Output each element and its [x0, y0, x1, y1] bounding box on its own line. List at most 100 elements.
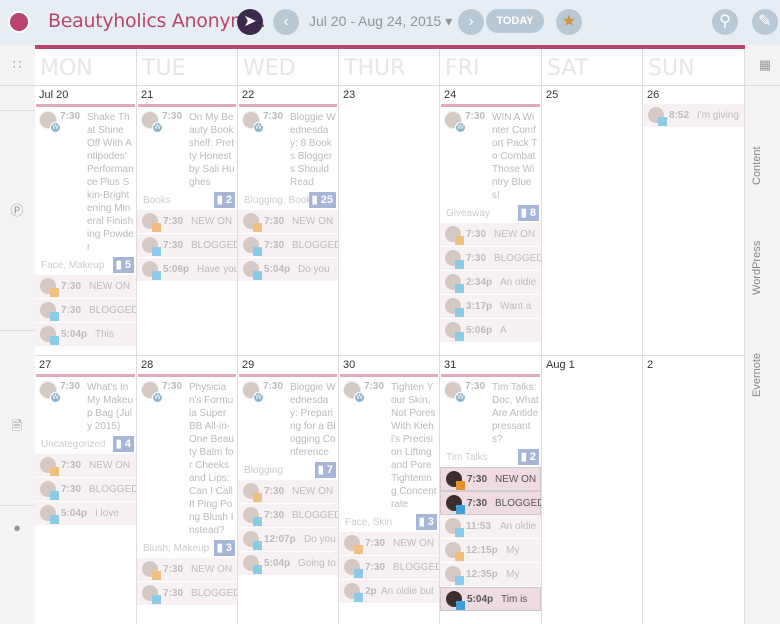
- social-message[interactable]: 7:30 BLOGGED: [35, 299, 136, 323]
- twitter-icon: [455, 332, 464, 341]
- day-cell[interactable]: 31 W 7:30 Tim Talks: Doc, What Are Antidepr…: [440, 355, 542, 624]
- blog-post[interactable]: W 7:30 What's In My Makeup Bag (July 2015)…: [35, 377, 136, 454]
- pencil-icon[interactable]: ✎: [752, 9, 778, 35]
- social-message[interactable]: 7:30 NEW ON: [137, 210, 237, 234]
- social-message[interactable]: 7:30 NEW ON: [137, 558, 237, 582]
- message-time: 7:30: [365, 538, 386, 549]
- social-message[interactable]: 11:53 An oldie: [440, 515, 541, 539]
- date-range[interactable]: Jul 20 - Aug 24, 2015 ▾: [309, 13, 452, 30]
- post-title: Shake That Shine Off With Antipodes' Per…: [87, 112, 134, 253]
- social-message[interactable]: 12:07p Do you: [238, 528, 338, 552]
- social-message[interactable]: 7:30 NEW ON: [440, 223, 541, 247]
- grid-icon[interactable]: ∷: [9, 57, 25, 73]
- social-message[interactable]: 7:30 BLOGGED: [339, 556, 439, 580]
- stats-badge[interactable]: ▮ 3: [415, 514, 437, 530]
- blog-post[interactable]: W 7:30 Bloggie Wednesday: 8 Books Bloggers…: [238, 107, 338, 210]
- social-message[interactable]: 2:34p An oldie: [440, 271, 541, 295]
- stats-badge[interactable]: ▮ 2: [517, 449, 539, 465]
- rocket-icon[interactable]: ➤: [237, 9, 263, 35]
- prev-button[interactable]: ‹: [273, 9, 299, 35]
- blog-post[interactable]: W 7:30 On My Beauty Bookshelf: Pretty Hone…: [137, 107, 237, 210]
- message-time: 7:30: [264, 216, 285, 227]
- wordpress-tab[interactable]: WordPress: [751, 241, 763, 295]
- twitter-icon: [253, 541, 262, 550]
- message-time: 7:30: [61, 305, 82, 316]
- social-message[interactable]: 7:30 BLOGGED: [238, 234, 338, 258]
- calendar-title[interactable]: Beautyholics Anonym...: [48, 10, 266, 32]
- comment-icon[interactable]: ●: [9, 520, 25, 536]
- stats-badge[interactable]: ▮ 3: [213, 540, 235, 556]
- social-message[interactable]: 5:04p This: [35, 323, 136, 347]
- social-message[interactable]: 7:30 BLOGGED: [440, 491, 541, 515]
- star-icon[interactable]: ★: [556, 9, 582, 35]
- day-cell[interactable]: 21 W 7:30 On My Beauty Bookshelf: Pretty Ho…: [137, 85, 238, 355]
- stats-badge[interactable]: ▮ 5: [112, 257, 134, 273]
- social-message[interactable]: 7:30 BLOGGED: [137, 234, 237, 258]
- day-cell[interactable]: 25: [542, 85, 643, 355]
- blog-post[interactable]: W 7:30 Physician's Formula Super BB All-in…: [137, 377, 237, 558]
- day-cell[interactable]: 26 8:52 I'm giving: [643, 85, 745, 355]
- content-tab[interactable]: Content: [751, 146, 763, 185]
- day-cell[interactable]: 22 W 7:30 Bloggie Wednesday: 8 Books Blogge…: [238, 85, 339, 355]
- search-icon[interactable]: ⚲: [712, 9, 738, 35]
- message-time: 7:30: [467, 474, 488, 485]
- day-cell[interactable]: 29 W 7:30 Bloggie Wednesday: Preparing for …: [238, 355, 339, 624]
- social-message[interactable]: 5:06p Have you: [137, 258, 237, 282]
- social-message[interactable]: 12:15p My: [440, 539, 541, 563]
- wordpress-icon: W: [50, 392, 61, 403]
- social-message[interactable]: 5:04p Going to: [238, 552, 338, 576]
- day-number: 2: [647, 359, 654, 371]
- day-cell[interactable]: Jul 20 W 7:30 Shake That Shine Off With Ant…: [35, 85, 137, 355]
- social-message[interactable]: 7:30 BLOGGED: [35, 478, 136, 502]
- wordpress-icon[interactable]: Ⓟ: [9, 200, 25, 218]
- day-cell[interactable]: 23: [339, 85, 440, 355]
- social-message[interactable]: 7:30 NEW ON: [35, 454, 136, 478]
- stats-badge[interactable]: ▮ 25: [308, 192, 336, 208]
- social-message[interactable]: 7:30 NEW ON: [238, 480, 338, 504]
- stats-badge[interactable]: ▮ 8: [517, 205, 539, 221]
- day-cell[interactable]: 28 W 7:30 Physician's Formula Super BB All-…: [137, 355, 238, 624]
- stats-badge[interactable]: ▮ 7: [314, 462, 336, 478]
- document-icon[interactable]: 🗎: [9, 417, 25, 433]
- social-message[interactable]: 7:30 NEW ON: [35, 275, 136, 299]
- post-tags: Blogging: [244, 465, 283, 476]
- social-message[interactable]: 7:30 NEW ON: [440, 467, 541, 491]
- social-message[interactable]: 7:30 BLOGGED: [238, 504, 338, 528]
- day-cell[interactable]: 2: [643, 355, 745, 624]
- social-message[interactable]: 7:30 BLOGGED: [137, 582, 237, 606]
- blog-post[interactable]: W 7:30 Tim Talks: Doc, What Are Antidepres…: [440, 377, 541, 467]
- social-message[interactable]: 5:04p Tim is: [440, 587, 541, 611]
- social-message[interactable]: 5:04p I love: [35, 502, 136, 526]
- social-message[interactable]: 7:30 NEW ON: [238, 210, 338, 234]
- blog-post[interactable]: W 7:30 Tighten Your Skin, Not Pores With K…: [339, 377, 439, 532]
- blog-post[interactable]: W 7:30 Bloggie Wednesday: Preparing for a …: [238, 377, 338, 480]
- message-text: Have you: [197, 264, 238, 275]
- day-cell[interactable]: Aug 1: [542, 355, 643, 624]
- message-time: 12:35p: [466, 569, 498, 580]
- next-button[interactable]: ›: [458, 9, 484, 35]
- message-text: An oldie: [500, 277, 537, 288]
- day-cell[interactable]: 30 W 7:30 Tighten Your Skin, Not Pores With…: [339, 355, 440, 624]
- evernote-tab[interactable]: Evernote: [751, 353, 763, 397]
- social-message[interactable]: 5:06p A: [440, 319, 541, 343]
- day-cell[interactable]: 27 W 7:30 What's In My Makeup Bag (July 201…: [35, 355, 137, 624]
- stats-badge[interactable]: ▮ 4: [112, 436, 134, 452]
- social-message[interactable]: 7:30 BLOGGED: [440, 247, 541, 271]
- stats-badge[interactable]: ▮ 2: [213, 192, 235, 208]
- social-message[interactable]: 8:52 I'm giving: [643, 104, 744, 128]
- message-text: This: [95, 329, 114, 340]
- social-message[interactable]: 2p An oldie but: [339, 580, 439, 604]
- social-message[interactable]: 12:35p My: [440, 563, 541, 587]
- weekday-header: FRI: [440, 49, 542, 85]
- day-cell[interactable]: 24 W 7:30 WIN A Winter Comfort Pack To Comb…: [440, 85, 542, 355]
- calendar-grid-icon[interactable]: ▦: [757, 57, 773, 73]
- social-message[interactable]: 5:04p Do you: [238, 258, 338, 282]
- blog-post[interactable]: W 7:30 Shake That Shine Off With Antipodes…: [35, 107, 136, 275]
- message-time: 7:30: [163, 240, 184, 251]
- message-time: 7:30: [466, 229, 487, 240]
- blog-color-dot[interactable]: [8, 11, 30, 33]
- social-message[interactable]: 3:17p Want a: [440, 295, 541, 319]
- today-button[interactable]: TODAY: [486, 9, 544, 33]
- blog-post[interactable]: W 7:30 WIN A Winter Comfort Pack To Combat…: [440, 107, 541, 223]
- social-message[interactable]: 7:30 NEW ON: [339, 532, 439, 556]
